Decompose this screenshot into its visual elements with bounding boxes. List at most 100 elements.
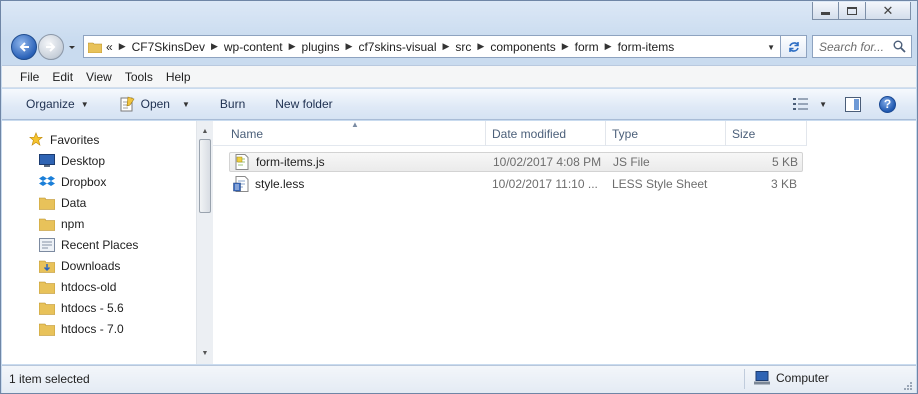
sidebar-list: Favorites Desktop Dropbox Data npm Recen… [2,129,196,339]
help-icon[interactable]: ? [879,95,896,113]
scrollbar-thumb[interactable] [199,139,211,213]
organize-label: Organize [26,97,75,111]
navigation-pane: Favorites Desktop Dropbox Data npm Recen… [2,121,213,364]
breadcrumb-item[interactable]: cf7skins-visual [358,40,436,54]
location-label: Computer [776,371,829,385]
forward-button[interactable] [38,34,64,60]
sidebar-item-dropbox[interactable]: Dropbox [2,171,196,192]
burn-button[interactable]: Burn [220,89,245,119]
folder-icon [39,218,55,231]
minimize-button[interactable] [812,2,839,20]
sidebar-item-label: Data [61,195,87,210]
file-row[interactable]: form-items.js 10/02/2017 4:08 PM JS File… [229,152,803,172]
sidebar-item-htdocs-7-0[interactable]: htdocs - 7.0 [2,318,196,339]
address-dropdown-icon[interactable]: ▼ [767,43,775,52]
desktop-icon [39,154,55,167]
breadcrumb-item[interactable]: src [455,40,471,54]
breadcrumb-item[interactable]: plugins [302,40,340,54]
sidebar-item-downloads[interactable]: Downloads [2,255,196,276]
file-row[interactable]: style.less 10/02/2017 11:10 ... LESS Sty… [229,174,803,194]
breadcrumb-item[interactable]: components [490,40,555,54]
breadcrumb-item-current[interactable]: form-items [618,40,675,54]
breadcrumb-item[interactable]: CF7SkinsDev [132,40,205,54]
dropdown-arrow-icon: ▼ [181,99,190,109]
refresh-icon [788,41,799,52]
view-dropdown-icon[interactable]: ▼ [819,100,827,109]
folder-icon [39,281,55,294]
file-type: LESS Style Sheet [612,177,708,191]
menu-file[interactable]: File [20,70,39,84]
sidebar-item-label: Recent Places [61,237,139,252]
chevron-right-icon[interactable]: ▶ [443,41,450,52]
address-bar[interactable]: « ▶ CF7SkinsDev ▶ wp-content ▶ plugins ▶… [83,35,781,58]
chevron-right-icon[interactable]: ▶ [289,41,296,52]
column-header-size[interactable]: Size [726,121,807,146]
sidebar-item-label: Favorites [50,132,100,147]
sidebar-item-htdocs-5-6[interactable]: htdocs - 5.6 [2,297,196,318]
organize-button[interactable]: Organize ▼ [26,89,89,119]
sidebar-item-label: htdocs-old [61,279,117,294]
menu-tools[interactable]: Tools [125,70,153,84]
file-name-cell: style.less [229,176,486,192]
menu-bar: File Edit View Tools Help [2,65,916,88]
folder-icon [88,42,102,53]
sidebar-item-recent-places[interactable]: Recent Places [2,234,196,255]
recent-pages-dropdown[interactable] [67,42,77,52]
sidebar-item-npm[interactable]: npm [2,213,196,234]
change-view-icon[interactable] [793,97,809,111]
status-divider [744,369,745,389]
sidebar-item-data[interactable]: Data [2,192,196,213]
chevron-right-icon[interactable]: ▶ [477,41,484,52]
column-header-name[interactable]: ▲ Name [213,120,486,146]
file-name: form-items.js [256,155,325,169]
new-folder-button[interactable]: New folder [275,89,332,119]
chevron-right-icon[interactable]: ▶ [346,41,353,52]
breadcrumb-item[interactable]: wp-content [224,40,283,54]
menu-edit[interactable]: Edit [52,70,73,84]
folder-icon [39,197,55,210]
scroll-up-icon[interactable]: ▲ [197,123,213,140]
downloads-icon [39,260,55,273]
file-list: ▲ Name Date modified Type Size form-item… [213,120,916,364]
maximize-icon [847,6,857,15]
chevron-right-icon[interactable]: ▶ [562,41,569,52]
column-header-label: Date modified [492,126,567,141]
close-button[interactable]: ✕ [866,2,911,20]
sort-ascending-icon: ▲ [351,120,359,129]
sidebar-item-htdocs-old[interactable]: htdocs-old [2,276,196,297]
sidebar-item-label: htdocs - 7.0 [61,321,124,336]
sidebar-scrollbar[interactable]: ▲ ▼ [196,121,213,364]
scroll-down-icon[interactable]: ▼ [197,345,213,362]
sidebar-item-desktop[interactable]: Desktop [2,150,196,171]
resize-grip-icon[interactable] [903,381,913,391]
back-button[interactable] [11,34,37,60]
file-date: 10/02/2017 11:10 ... [492,177,598,191]
less-file-icon [233,176,249,192]
command-bar: Organize ▼ Open ▼ Burn New folder ▼ ? [2,89,916,120]
computer-icon [754,371,770,385]
sidebar-item-label: npm [61,216,85,231]
menu-view[interactable]: View [86,70,112,84]
search-input[interactable] [819,39,889,54]
chevron-right-icon[interactable]: ▶ [119,41,126,52]
search-box[interactable] [812,35,912,58]
breadcrumb-item[interactable]: form [575,40,599,54]
column-header-date[interactable]: Date modified [486,121,606,146]
column-header-type[interactable]: Type [606,121,726,146]
search-icon[interactable] [893,40,906,53]
maximize-button[interactable] [839,2,866,20]
chevron-right-icon[interactable]: ▶ [211,41,218,52]
chevron-right-icon[interactable]: ▶ [605,41,612,52]
open-icon [120,96,135,112]
breadcrumb-overflow[interactable]: « [106,40,113,54]
file-name: style.less [255,177,305,191]
sidebar-item-label: Downloads [61,258,121,273]
js-file-icon [235,154,249,170]
file-type: JS File [613,155,650,169]
sidebar-item-label: htdocs - 5.6 [61,300,124,315]
refresh-button[interactable] [781,35,807,58]
preview-pane-icon[interactable] [845,96,861,112]
open-button[interactable]: Open ▼ [119,89,190,119]
sidebar-item-favorites[interactable]: Favorites [2,129,196,150]
menu-help[interactable]: Help [166,70,191,84]
